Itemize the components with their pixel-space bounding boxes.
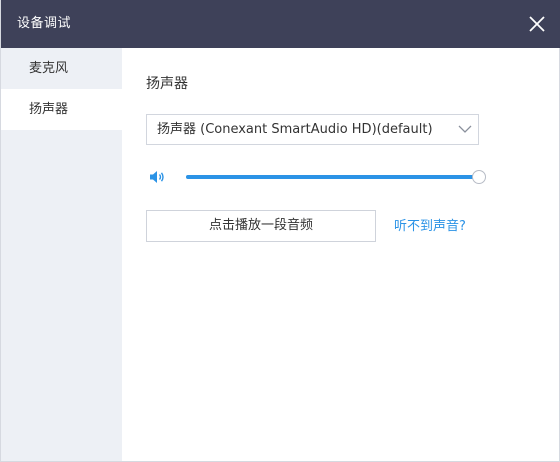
chevron-down-icon: [458, 125, 472, 133]
speaker-icon: [150, 171, 164, 183]
sidebar: 麦克风 扬声器: [1, 48, 122, 461]
section-title: 扬声器: [146, 76, 188, 92]
title-bar: 设备调试: [1, 0, 560, 48]
cannot-hear-link[interactable]: 听不到声音?: [394, 218, 466, 236]
speaker-device-select[interactable]: 扬声器 (Conexant SmartAudio HD)(default): [146, 114, 479, 145]
volume-slider[interactable]: [186, 170, 486, 184]
play-audio-button[interactable]: 点击播放一段音频: [146, 210, 376, 242]
volume-fill: [186, 175, 478, 179]
speaker-panel: 扬声器 扬声器 (Conexant SmartAudio HD)(default…: [122, 48, 560, 461]
window-title: 设备调试: [17, 16, 72, 31]
sidebar-item-speaker[interactable]: 扬声器: [1, 89, 122, 130]
device-debug-dialog: 设备调试 麦克风 扬声器 扬声器 扬声器 (Conexant SmartAudi…: [0, 0, 560, 462]
selected-device: 扬声器 (Conexant SmartAudio HD)(default): [157, 122, 433, 137]
close-icon[interactable]: [526, 13, 548, 35]
sidebar-item-microphone[interactable]: 麦克风: [1, 48, 122, 89]
sidebar-item-label: 麦克风: [29, 61, 69, 76]
sidebar-item-label: 扬声器: [29, 102, 69, 117]
volume-thumb[interactable]: [472, 170, 486, 184]
